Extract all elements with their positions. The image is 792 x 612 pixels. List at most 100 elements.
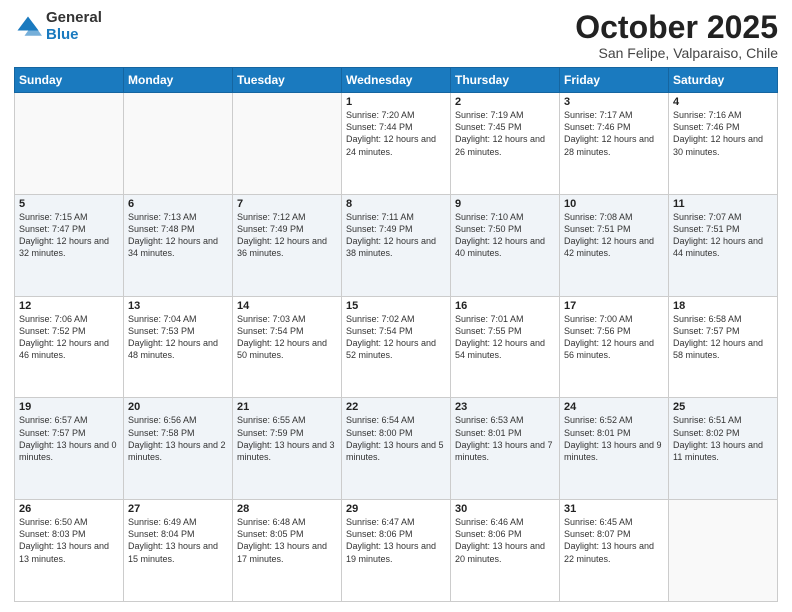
day-number: 2: [455, 96, 555, 108]
header-tuesday: Tuesday: [233, 68, 342, 93]
day-info: Sunrise: 6:57 AMSunset: 7:57 PMDaylight:…: [19, 414, 119, 463]
calendar-cell-5-5: 30Sunrise: 6:46 AMSunset: 8:06 PMDayligh…: [451, 500, 560, 602]
calendar-cell-2-7: 11Sunrise: 7:07 AMSunset: 7:51 PMDayligh…: [669, 194, 778, 296]
day-number: 31: [564, 503, 664, 515]
calendar-row-3: 12Sunrise: 7:06 AMSunset: 7:52 PMDayligh…: [15, 296, 778, 398]
day-info: Sunrise: 6:56 AMSunset: 7:58 PMDaylight:…: [128, 414, 228, 463]
day-number: 16: [455, 300, 555, 312]
calendar-cell-3-7: 18Sunrise: 6:58 AMSunset: 7:57 PMDayligh…: [669, 296, 778, 398]
day-number: 14: [237, 300, 337, 312]
day-info: Sunrise: 7:00 AMSunset: 7:56 PMDaylight:…: [564, 313, 664, 362]
page: General Blue October 2025 San Felipe, Va…: [0, 0, 792, 612]
logo-blue-text: Blue: [46, 27, 102, 44]
calendar-cell-4-7: 25Sunrise: 6:51 AMSunset: 8:02 PMDayligh…: [669, 398, 778, 500]
day-number: 23: [455, 401, 555, 413]
calendar-cell-4-2: 20Sunrise: 6:56 AMSunset: 7:58 PMDayligh…: [124, 398, 233, 500]
calendar-cell-2-5: 9Sunrise: 7:10 AMSunset: 7:50 PMDaylight…: [451, 194, 560, 296]
header-monday: Monday: [124, 68, 233, 93]
month-title: October 2025: [575, 10, 778, 45]
day-info: Sunrise: 7:19 AMSunset: 7:45 PMDaylight:…: [455, 109, 555, 158]
calendar-row-4: 19Sunrise: 6:57 AMSunset: 7:57 PMDayligh…: [15, 398, 778, 500]
day-info: Sunrise: 6:55 AMSunset: 7:59 PMDaylight:…: [237, 414, 337, 463]
day-number: 6: [128, 198, 228, 210]
day-info: Sunrise: 6:49 AMSunset: 8:04 PMDaylight:…: [128, 516, 228, 565]
day-info: Sunrise: 7:07 AMSunset: 7:51 PMDaylight:…: [673, 211, 773, 260]
day-number: 1: [346, 96, 446, 108]
calendar-cell-3-1: 12Sunrise: 7:06 AMSunset: 7:52 PMDayligh…: [15, 296, 124, 398]
calendar-cell-5-4: 29Sunrise: 6:47 AMSunset: 8:06 PMDayligh…: [342, 500, 451, 602]
day-number: 12: [19, 300, 119, 312]
day-number: 19: [19, 401, 119, 413]
calendar-cell-1-3: [233, 93, 342, 195]
day-info: Sunrise: 7:13 AMSunset: 7:48 PMDaylight:…: [128, 211, 228, 260]
day-info: Sunrise: 6:52 AMSunset: 8:01 PMDaylight:…: [564, 414, 664, 463]
day-info: Sunrise: 7:08 AMSunset: 7:51 PMDaylight:…: [564, 211, 664, 260]
day-number: 10: [564, 198, 664, 210]
day-number: 30: [455, 503, 555, 515]
calendar-header-row: Sunday Monday Tuesday Wednesday Thursday…: [15, 68, 778, 93]
day-info: Sunrise: 7:01 AMSunset: 7:55 PMDaylight:…: [455, 313, 555, 362]
day-info: Sunrise: 6:54 AMSunset: 8:00 PMDaylight:…: [346, 414, 446, 463]
day-number: 20: [128, 401, 228, 413]
day-number: 24: [564, 401, 664, 413]
day-number: 11: [673, 198, 773, 210]
calendar-cell-2-6: 10Sunrise: 7:08 AMSunset: 7:51 PMDayligh…: [560, 194, 669, 296]
day-info: Sunrise: 7:17 AMSunset: 7:46 PMDaylight:…: [564, 109, 664, 158]
calendar-cell-3-4: 15Sunrise: 7:02 AMSunset: 7:54 PMDayligh…: [342, 296, 451, 398]
logo-text: General Blue: [46, 10, 102, 43]
calendar-cell-5-7: [669, 500, 778, 602]
day-number: 15: [346, 300, 446, 312]
calendar-cell-2-3: 7Sunrise: 7:12 AMSunset: 7:49 PMDaylight…: [233, 194, 342, 296]
calendar-cell-3-6: 17Sunrise: 7:00 AMSunset: 7:56 PMDayligh…: [560, 296, 669, 398]
calendar-cell-3-5: 16Sunrise: 7:01 AMSunset: 7:55 PMDayligh…: [451, 296, 560, 398]
day-info: Sunrise: 7:02 AMSunset: 7:54 PMDaylight:…: [346, 313, 446, 362]
top-section: General Blue October 2025 San Felipe, Va…: [14, 10, 778, 61]
calendar-cell-3-2: 13Sunrise: 7:04 AMSunset: 7:53 PMDayligh…: [124, 296, 233, 398]
header-sunday: Sunday: [15, 68, 124, 93]
calendar-cell-5-2: 27Sunrise: 6:49 AMSunset: 8:04 PMDayligh…: [124, 500, 233, 602]
calendar-table: Sunday Monday Tuesday Wednesday Thursday…: [14, 67, 778, 602]
calendar-cell-1-6: 3Sunrise: 7:17 AMSunset: 7:46 PMDaylight…: [560, 93, 669, 195]
calendar-cell-1-7: 4Sunrise: 7:16 AMSunset: 7:46 PMDaylight…: [669, 93, 778, 195]
day-number: 18: [673, 300, 773, 312]
day-number: 17: [564, 300, 664, 312]
calendar-cell-1-4: 1Sunrise: 7:20 AMSunset: 7:44 PMDaylight…: [342, 93, 451, 195]
day-info: Sunrise: 6:45 AMSunset: 8:07 PMDaylight:…: [564, 516, 664, 565]
day-info: Sunrise: 6:58 AMSunset: 7:57 PMDaylight:…: [673, 313, 773, 362]
calendar-cell-1-5: 2Sunrise: 7:19 AMSunset: 7:45 PMDaylight…: [451, 93, 560, 195]
day-info: Sunrise: 6:50 AMSunset: 8:03 PMDaylight:…: [19, 516, 119, 565]
day-number: 26: [19, 503, 119, 515]
header-friday: Friday: [560, 68, 669, 93]
day-number: 21: [237, 401, 337, 413]
calendar-cell-5-3: 28Sunrise: 6:48 AMSunset: 8:05 PMDayligh…: [233, 500, 342, 602]
calendar-cell-4-5: 23Sunrise: 6:53 AMSunset: 8:01 PMDayligh…: [451, 398, 560, 500]
calendar-cell-4-4: 22Sunrise: 6:54 AMSunset: 8:00 PMDayligh…: [342, 398, 451, 500]
logo-general-text: General: [46, 10, 102, 27]
day-number: 7: [237, 198, 337, 210]
day-info: Sunrise: 7:04 AMSunset: 7:53 PMDaylight:…: [128, 313, 228, 362]
day-info: Sunrise: 6:47 AMSunset: 8:06 PMDaylight:…: [346, 516, 446, 565]
calendar-row-2: 5Sunrise: 7:15 AMSunset: 7:47 PMDaylight…: [15, 194, 778, 296]
day-number: 4: [673, 96, 773, 108]
calendar-row-5: 26Sunrise: 6:50 AMSunset: 8:03 PMDayligh…: [15, 500, 778, 602]
day-info: Sunrise: 6:48 AMSunset: 8:05 PMDaylight:…: [237, 516, 337, 565]
day-info: Sunrise: 7:10 AMSunset: 7:50 PMDaylight:…: [455, 211, 555, 260]
day-number: 29: [346, 503, 446, 515]
day-number: 27: [128, 503, 228, 515]
logo-icon: [14, 13, 42, 41]
day-info: Sunrise: 7:11 AMSunset: 7:49 PMDaylight:…: [346, 211, 446, 260]
header-saturday: Saturday: [669, 68, 778, 93]
day-info: Sunrise: 7:06 AMSunset: 7:52 PMDaylight:…: [19, 313, 119, 362]
calendar-cell-5-1: 26Sunrise: 6:50 AMSunset: 8:03 PMDayligh…: [15, 500, 124, 602]
day-number: 28: [237, 503, 337, 515]
location-subtitle: San Felipe, Valparaiso, Chile: [575, 45, 778, 61]
day-number: 3: [564, 96, 664, 108]
day-number: 5: [19, 198, 119, 210]
day-info: Sunrise: 7:16 AMSunset: 7:46 PMDaylight:…: [673, 109, 773, 158]
day-number: 25: [673, 401, 773, 413]
logo: General Blue: [14, 10, 102, 43]
calendar-cell-2-2: 6Sunrise: 7:13 AMSunset: 7:48 PMDaylight…: [124, 194, 233, 296]
day-info: Sunrise: 7:15 AMSunset: 7:47 PMDaylight:…: [19, 211, 119, 260]
day-number: 9: [455, 198, 555, 210]
calendar-cell-4-6: 24Sunrise: 6:52 AMSunset: 8:01 PMDayligh…: [560, 398, 669, 500]
